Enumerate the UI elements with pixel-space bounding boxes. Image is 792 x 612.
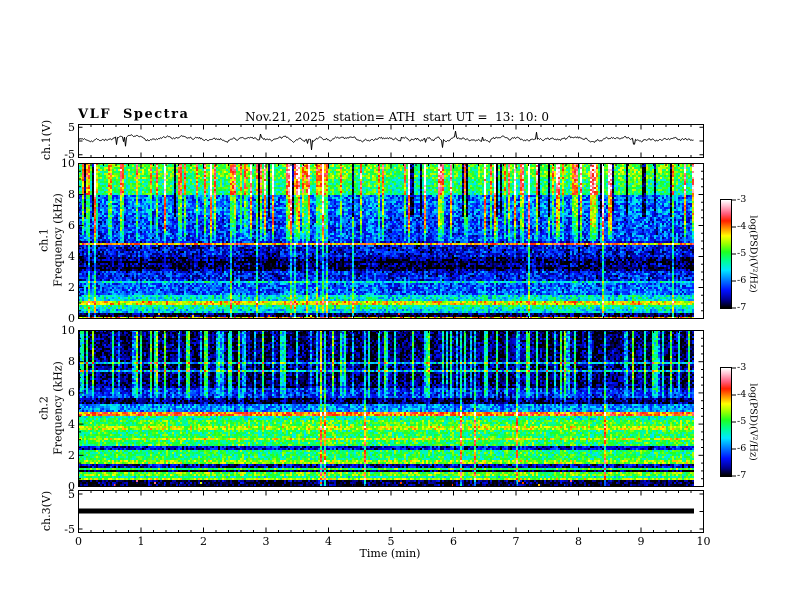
freq-tick-label-ch2: 8 — [68, 355, 75, 369]
colorbar-tick-label: -5 — [737, 416, 747, 427]
station-label: station= ATH — [333, 110, 416, 124]
freq-tick-label-ch2: 4 — [68, 417, 75, 431]
x-tick-label: 0 — [75, 535, 82, 548]
colorbar-ch1 — [721, 200, 731, 308]
freq-tick-label-ch1: 2 — [68, 281, 75, 294]
colorbar2-label: log(PSD)(V²/Hz) — [747, 383, 759, 461]
freq-tick-label-ch2: 6 — [68, 386, 75, 400]
x-tick-label: 2 — [200, 535, 207, 548]
ch2-freq-axis-label: ch.2 Frequency (kHz) — [37, 361, 65, 455]
freq-tick-label-ch1: 6 — [68, 219, 75, 232]
freq-tick-label-ch2: 10 — [61, 324, 75, 337]
x-tick-label: 6 — [450, 535, 457, 548]
ch2-label: ch.2 — [37, 396, 51, 420]
vlf-spectra-figure: VLF Spectra Nov.21, 2025 station= ATH st… — [0, 0, 792, 612]
freq-tick-label-ch2: 2 — [68, 448, 75, 462]
colorbar1-label: log(PSD)(V²/Hz) — [747, 215, 759, 293]
ch1-freq-units: Frequency (kHz) — [51, 193, 64, 287]
x-tick-label: 9 — [637, 535, 645, 548]
colorbar-tick-label: -4 — [737, 221, 747, 232]
ch1-freq-axis-label: ch.1 Frequency (kHz) — [37, 193, 65, 287]
date-label: Nov.21, 2025 — [245, 110, 326, 124]
freq-tick-label-ch1: 4 — [68, 250, 75, 263]
x-tick-label: 3 — [262, 535, 270, 548]
colorbar-tick-label: -3 — [737, 194, 747, 205]
ch2-freq-units: Frequency (kHz) — [51, 361, 64, 455]
volt-tick-label: -5 — [64, 148, 75, 162]
colorbar-tick-label: -7 — [737, 302, 747, 313]
freq-tick-label-ch1: 0 — [68, 312, 75, 325]
volt-tick-label: 5 — [68, 487, 75, 501]
ch2-spectrogram-canvas — [78, 330, 703, 486]
ch1-label: ch.1 — [37, 228, 51, 252]
colorbar-tick-label: -7 — [737, 470, 747, 481]
x-tick-label: 8 — [575, 535, 582, 548]
colorbar-tick-label: -6 — [737, 275, 747, 286]
colorbar-ch2 — [721, 368, 731, 476]
freq-tick-label-ch1: 8 — [68, 188, 75, 201]
ch1-waveform-canvas — [78, 124, 703, 157]
ch1-spectrogram-canvas — [78, 163, 703, 318]
ch3-waveform-canvas — [78, 490, 703, 532]
colorbar-tick-label: -4 — [737, 389, 747, 400]
colorbar-tick-label: -6 — [737, 443, 747, 454]
x-tick-label: 5 — [387, 535, 395, 548]
x-tick-label: 7 — [512, 535, 520, 548]
colorbar-tick-label: -5 — [737, 248, 747, 259]
volt-tick-label: 5 — [68, 120, 75, 134]
x-tick-label: 4 — [325, 535, 332, 548]
x-tick-label: 1 — [137, 535, 145, 548]
figure-title: VLF Spectra — [78, 107, 190, 122]
start-ut-label: start UT = 13: 10: 0 — [423, 110, 550, 124]
time-axis-label: Time (min) — [359, 547, 421, 560]
colorbar-tick-label: -3 — [737, 362, 747, 373]
volt-tick-label: -5 — [64, 522, 75, 536]
x-tick-label: 10 — [696, 535, 711, 548]
